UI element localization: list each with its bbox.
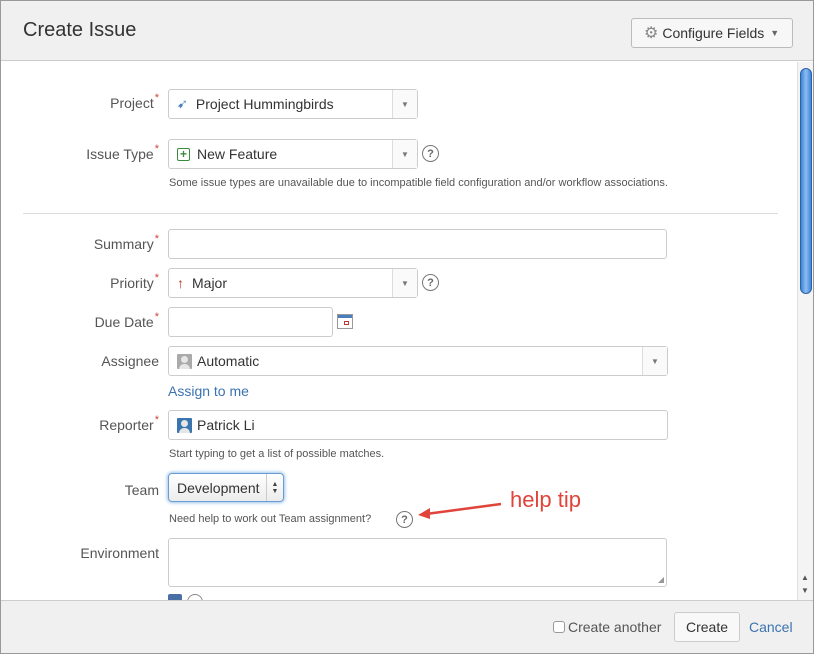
- create-another-option[interactable]: Create another: [553, 619, 661, 635]
- scroll-up-icon[interactable]: ▲: [801, 573, 809, 582]
- summary-label: Summary*: [93, 233, 159, 252]
- team-label: Team: [124, 482, 159, 498]
- team-value: Development: [177, 479, 260, 496]
- chevron-down-icon[interactable]: ▼: [392, 269, 417, 297]
- arrow-up-icon: ↑: [177, 275, 184, 291]
- issue-type-label: Issue Type*: [86, 143, 159, 162]
- annotation-arrow-icon: [418, 502, 502, 519]
- chevron-down-icon: ▼: [770, 28, 780, 38]
- help-icon[interactable]: ?: [422, 274, 439, 291]
- cancel-link[interactable]: Cancel: [749, 619, 793, 635]
- create-issue-dialog: Create Issue ⚙ Configure Fields ▼ Projec…: [0, 0, 814, 654]
- issue-type-description: Some issue types are unavailable due to …: [169, 177, 668, 189]
- required-marker: *: [154, 272, 159, 284]
- project-avatar-icon: ➹: [177, 96, 188, 111]
- summary-input[interactable]: [168, 229, 667, 259]
- vertical-scrollbar[interactable]: ▲ ▼: [797, 62, 813, 600]
- required-marker: *: [154, 143, 159, 155]
- resize-handle-icon[interactable]: ◢: [658, 575, 664, 584]
- required-marker: *: [154, 233, 159, 245]
- scroll-down-icon[interactable]: ▼: [801, 586, 809, 595]
- dialog-title: Create Issue: [23, 19, 137, 41]
- due-date-label: Due Date*: [94, 311, 159, 330]
- dialog-header: Create Issue ⚙ Configure Fields ▼: [1, 1, 813, 61]
- due-date-input[interactable]: [168, 307, 333, 337]
- assignee-label: Assignee: [101, 353, 159, 369]
- gear-icon: ⚙: [644, 25, 659, 42]
- priority-value: Major: [192, 275, 228, 291]
- section-divider: [23, 213, 778, 214]
- priority-select[interactable]: ↑ Major ▼: [168, 268, 418, 298]
- reporter-input[interactable]: Patrick Li: [168, 410, 668, 440]
- reporter-label: Reporter*: [99, 414, 159, 433]
- environment-label: Environment: [80, 545, 159, 561]
- project-label: Project*: [110, 92, 159, 111]
- annotation-label: help tip: [510, 487, 581, 512]
- reporter-value: Patrick Li: [197, 417, 255, 433]
- user-avatar-icon: [177, 353, 192, 369]
- user-avatar-icon: [177, 417, 192, 433]
- assign-to-me-link[interactable]: Assign to me: [168, 383, 249, 399]
- required-marker: *: [154, 311, 159, 323]
- form-content: Project* ➹ Project Hummingbirds ▼ Issue …: [1, 62, 797, 600]
- issue-type-value: New Feature: [197, 146, 278, 162]
- create-another-checkbox[interactable]: [553, 621, 565, 633]
- project-value: Project Hummingbirds: [195, 96, 334, 112]
- issue-type-select[interactable]: + New Feature ▼: [168, 139, 418, 169]
- assignee-value: Automatic: [197, 353, 260, 369]
- reporter-description: Start typing to get a list of possible m…: [169, 448, 385, 460]
- dialog-footer: Create another Create Cancel: [1, 600, 813, 653]
- calendar-icon[interactable]: [337, 314, 353, 329]
- environment-textarea[interactable]: ◢: [168, 538, 667, 587]
- assignee-select[interactable]: Automatic ▼: [168, 346, 668, 376]
- configure-fields-button[interactable]: ⚙ Configure Fields ▼: [631, 18, 793, 48]
- priority-label: Priority*: [110, 272, 159, 291]
- help-icon[interactable]: ?: [422, 145, 439, 162]
- team-help-icon[interactable]: ?: [396, 511, 413, 528]
- team-description: Need help to work out Team assignment?: [169, 513, 372, 525]
- chevron-down-icon[interactable]: ▼: [392, 140, 417, 168]
- chevron-down-icon[interactable]: ▼: [642, 347, 667, 375]
- up-down-arrows-icon: ▲ ▼: [266, 474, 283, 501]
- project-select[interactable]: ➹ Project Hummingbirds ▼: [168, 89, 418, 119]
- create-another-label: Create another: [568, 619, 662, 635]
- chevron-down-icon[interactable]: ▼: [392, 90, 417, 118]
- team-select[interactable]: Development ▲ ▼: [168, 473, 284, 502]
- required-marker: *: [154, 92, 159, 104]
- create-button[interactable]: Create: [674, 612, 740, 642]
- scrollbar-thumb[interactable]: [800, 68, 812, 294]
- new-feature-icon: +: [177, 147, 190, 161]
- required-marker: *: [154, 414, 159, 426]
- configure-fields-label: Configure Fields: [662, 25, 765, 41]
